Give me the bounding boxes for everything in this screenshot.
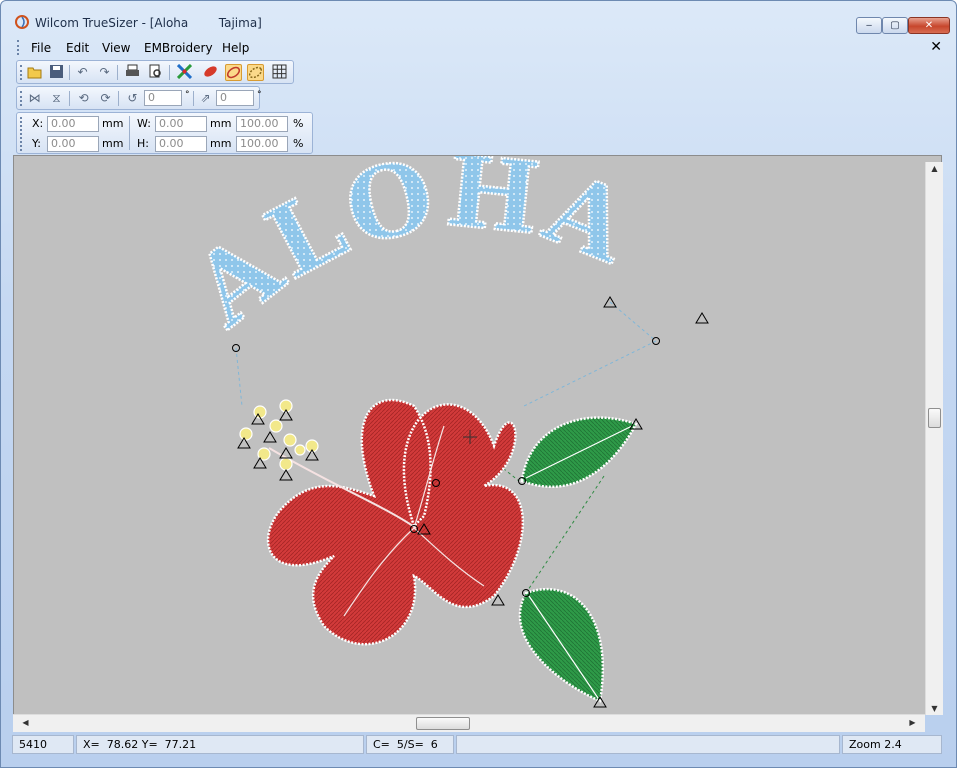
minimize-button[interactable]: ‒ (856, 17, 882, 34)
undo-icon[interactable]: ↶ (74, 64, 91, 81)
menubar-grip[interactable] (17, 40, 21, 55)
y-unit: mm (102, 137, 124, 150)
leaf-upper (520, 416, 638, 488)
design-canvas[interactable]: ALOHA ! (13, 155, 942, 715)
toolbar-separator (169, 65, 170, 80)
embroidery-design[interactable]: ALOHA ! (14, 156, 926, 715)
toolbar-separator (193, 91, 194, 106)
svg-text:ALOHA !: ALOHA ! (14, 156, 692, 349)
toolbar-separator (69, 91, 70, 106)
status-bar: 5410 X= 78.62 Y= 77.21 C= 5/S= 6 Zoom 2.… (12, 735, 944, 755)
h-unit: mm (210, 137, 232, 150)
position-size-toolbar: X: 0.00 mm Y: 0.00 mm W: 0.00 mm 100.00 … (16, 112, 313, 154)
show-objects-icon[interactable] (247, 64, 264, 81)
save-icon[interactable] (48, 64, 65, 81)
document-close-icon[interactable]: ✕ (930, 39, 942, 55)
window-title: Wilcom TrueSizer - [Aloha Tajima] (35, 16, 262, 30)
wilcom-logo-icon (15, 15, 29, 29)
title-bar: Wilcom TrueSizer - [Aloha Tajima] ‒ ▢ ✕ (1, 1, 956, 35)
transform-toolbar: ⋈ ⧖ ⟲ ⟳ ↺ 0 ° ⇗ 0 ° (16, 86, 262, 110)
rotate-unit: ° (185, 90, 190, 100)
menu-edit[interactable]: Edit (66, 41, 89, 55)
w-percent-unit: % (293, 117, 304, 130)
zoom-level: Zoom 2.4 (842, 735, 942, 754)
stitch-count: 5410 (12, 735, 74, 754)
rotate-right-icon[interactable]: ⟳ (97, 90, 114, 107)
toolbar-separator (117, 65, 118, 80)
slant-icon: ⇗ (200, 91, 211, 105)
menu-embroidery[interactable]: EMBroidery (144, 41, 213, 55)
x-unit: mm (102, 117, 124, 130)
toolbar-separator (69, 65, 70, 80)
vertical-scrollbar[interactable]: ▲ ▼ (925, 162, 943, 715)
scroll-down-icon[interactable]: ▼ (926, 704, 943, 713)
minimize-icon: ‒ (865, 20, 873, 31)
aloha-text: ALOHA ! (14, 156, 692, 351)
leaf-lower (518, 587, 605, 703)
print-preview-icon[interactable] (147, 64, 164, 81)
toolbar-separator (118, 91, 119, 106)
toolbar-grip[interactable] (20, 65, 24, 80)
slant-angle-input[interactable]: 0 (216, 90, 254, 106)
rotate-angle-icon: ↺ (127, 91, 138, 105)
w-label: W: (137, 117, 151, 130)
rotate-angle-input[interactable]: 0 (144, 90, 182, 106)
print-icon[interactable] (124, 64, 141, 81)
travel-lines (235, 301, 657, 407)
toolbar-grip[interactable] (20, 117, 24, 151)
show-stitches-icon[interactable] (202, 64, 219, 81)
show-outlines-icon[interactable] (225, 64, 242, 81)
y-position-input[interactable]: 0.00 (47, 136, 99, 152)
rotate-left-icon[interactable]: ⟲ (75, 90, 92, 107)
menu-bar: File Edit View EMBroidery Help ✕ (13, 37, 948, 59)
menu-help[interactable]: Help (222, 41, 249, 55)
open-file-icon[interactable] (26, 64, 43, 81)
scroll-right-icon[interactable]: ▶ (904, 718, 921, 727)
aloha-textpath: ALOHA ! (14, 156, 689, 351)
toolbar-separator (129, 116, 130, 150)
height-input[interactable]: 0.00 (155, 136, 207, 152)
color-palette-icon[interactable] (176, 63, 193, 81)
cursor-coordinates: X= 78.62 Y= 77.21 (76, 735, 364, 754)
maximize-button[interactable]: ▢ (882, 17, 908, 34)
close-button[interactable]: ✕ (908, 17, 950, 34)
toolbar-grip[interactable] (20, 91, 24, 106)
standard-toolbar: ↶ ↷ (16, 60, 294, 84)
hibiscus-flower (266, 398, 524, 646)
status-blank (456, 735, 840, 754)
slant-unit: ° (257, 90, 262, 100)
scroll-up-icon[interactable]: ▲ (926, 164, 943, 173)
x-position-input[interactable]: 0.00 (47, 116, 99, 132)
close-icon: ✕ (924, 20, 934, 31)
mirror-horizontal-icon[interactable]: ⋈ (26, 90, 43, 107)
h-percent-unit: % (293, 137, 304, 150)
scroll-left-icon[interactable]: ◀ (17, 718, 34, 727)
grid-icon[interactable] (271, 64, 288, 81)
height-percent-input[interactable]: 100.00 (236, 136, 288, 152)
w-unit: mm (210, 117, 232, 130)
width-input[interactable]: 0.00 (155, 116, 207, 132)
mirror-vertical-icon[interactable]: ⧖ (48, 90, 65, 107)
h-label: H: (137, 137, 149, 150)
horizontal-scrollbar[interactable]: ◀ ▶ (13, 714, 925, 732)
maximize-icon: ▢ (890, 20, 900, 31)
vertical-scroll-thumb[interactable] (928, 408, 941, 428)
menu-view[interactable]: View (102, 41, 130, 55)
redo-icon[interactable]: ↷ (96, 64, 113, 81)
width-percent-input[interactable]: 100.00 (236, 116, 288, 132)
color-stop-count: C= 5/S= 6 (366, 735, 454, 754)
horizontal-scroll-thumb[interactable] (416, 717, 470, 730)
y-label: Y: (32, 137, 41, 150)
x-label: X: (32, 117, 44, 130)
menu-file[interactable]: File (31, 41, 51, 55)
